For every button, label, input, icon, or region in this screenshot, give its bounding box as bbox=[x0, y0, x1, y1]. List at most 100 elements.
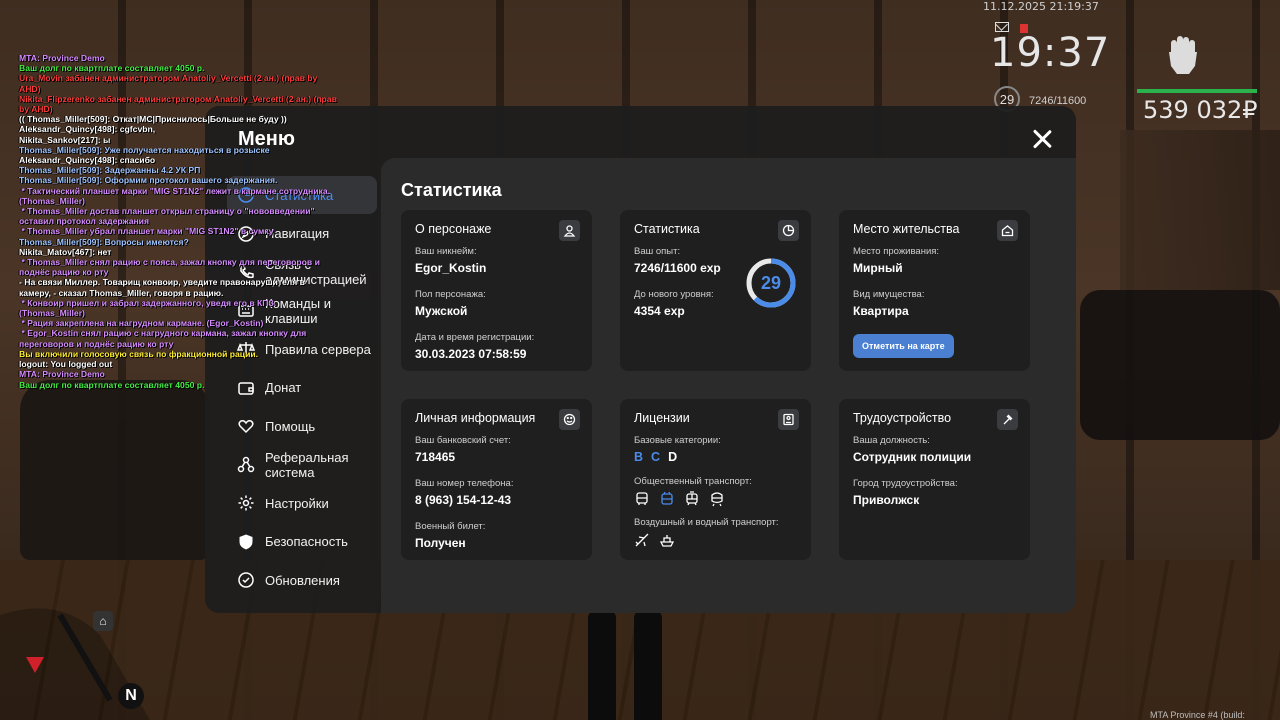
sidebar-item-settings[interactable]: Настройки bbox=[227, 484, 377, 522]
card-title: Личная информация bbox=[415, 411, 536, 425]
hud-datetime: 11.12.2025 21:19:37 bbox=[983, 0, 1099, 13]
license-category-d: D bbox=[668, 450, 678, 464]
chat-line: * Конвоир пришел и забрал задержанного, … bbox=[19, 297, 279, 319]
chat-line: - На связи Миллер. Товарищ конвоир, увед… bbox=[19, 277, 308, 298]
residence-value: Мирный bbox=[853, 261, 903, 275]
air-water-transport-icons bbox=[634, 532, 797, 548]
sidebar-item-label: Реферальная система bbox=[265, 449, 349, 480]
chat-line: * Egor_Kostin снял рацию с нагрудного ка… bbox=[19, 328, 309, 349]
trolleybus-icon bbox=[659, 491, 675, 507]
public-transport-icons bbox=[634, 491, 797, 507]
card-character: О персонаже Ваш никнейм: Egor_Kostin Пол… bbox=[401, 210, 592, 371]
id-card-icon bbox=[778, 409, 799, 430]
chat-line: Вы включили голосовую связь по фракционн… bbox=[19, 348, 259, 359]
card-personal-info: Личная информация Ваш банковский счет: 7… bbox=[401, 399, 592, 560]
close-icon[interactable] bbox=[1028, 126, 1056, 154]
chat-line: Aleksandr_Quincy[498]: спасибо bbox=[19, 155, 156, 166]
chat-line: * Рация закреплена на нагрудном кармане.… bbox=[19, 318, 264, 329]
nickname-label: Ваш никнейм: bbox=[415, 246, 477, 257]
sidebar-item-label: Настройки bbox=[265, 495, 329, 511]
chat-line: Aleksandr_Quincy[498]: cgfcvbn, bbox=[19, 124, 156, 135]
train-icon bbox=[709, 491, 725, 507]
bank-label: Ваш банковский счет: bbox=[415, 435, 511, 446]
minimap: ⌂ N bbox=[0, 595, 150, 720]
registration-label: Дата и время регистрации: bbox=[415, 332, 535, 343]
sidebar-item-label: Безопасность bbox=[265, 534, 348, 549]
chat-line: Thomas_Miller[509]: Вопросы имеются? bbox=[19, 236, 189, 247]
base-categories-label: Базовые категории: bbox=[634, 435, 721, 446]
phone-label: Ваш номер телефона: bbox=[415, 478, 514, 489]
chat-line: Nikita_Flipzerenko забанен администратор… bbox=[19, 93, 340, 115]
city-label: Город трудоустройства: bbox=[853, 478, 958, 489]
mark-on-map-button[interactable]: Отметить на карте bbox=[853, 334, 954, 358]
house-icon: ⌂ bbox=[93, 611, 113, 631]
card-title: Лицензии bbox=[634, 411, 690, 425]
property-value: Квартира bbox=[853, 304, 909, 318]
sidebar-item-label: Обновления bbox=[265, 572, 340, 588]
chat-line: * Тактический планшет марки "MIG ST1N2" … bbox=[19, 185, 333, 206]
sidebar-item-security[interactable]: Безопасность bbox=[227, 523, 377, 561]
fist-icon bbox=[1165, 34, 1201, 76]
chat-line: Thomas_Miller[509]: Уже получается наход… bbox=[19, 144, 270, 155]
plane-icon bbox=[634, 532, 650, 548]
nickname-value: Egor_Kostin bbox=[415, 261, 487, 275]
property-label: Вид имущества: bbox=[853, 289, 925, 300]
chat-line: Thomas_Miller[509]: Задержанны 4.2 УК РП bbox=[19, 165, 201, 176]
chat-line: * Thomas_Miller убрал планшет марки "MIG… bbox=[19, 226, 274, 237]
gender-value: Мужской bbox=[415, 304, 468, 318]
chat-line: * Thomas_Miller достав планшет открыл ст… bbox=[19, 206, 317, 227]
card-title: Место жительства bbox=[853, 222, 960, 236]
player-character bbox=[582, 610, 672, 720]
gear-icon bbox=[237, 494, 255, 512]
chat-line: Ваш долг по квартплате составляет 4050 р… bbox=[19, 379, 205, 390]
sidebar-item-label: Помощь bbox=[265, 418, 316, 434]
smile-icon bbox=[559, 409, 580, 430]
hud-money: 539 032₽ bbox=[1143, 96, 1258, 124]
health-bar bbox=[1137, 89, 1257, 93]
page-title: Статистика bbox=[401, 180, 502, 200]
bus-icon bbox=[634, 491, 650, 507]
clock-pie-icon bbox=[778, 220, 799, 241]
phone-value: 8 (963) 154-12-43 bbox=[415, 493, 512, 507]
chat-line: logout: You logged out bbox=[19, 359, 113, 370]
chat-log: MTA: Province Demo Ваш долг по квартплате… bbox=[19, 53, 339, 390]
game-sofa-left bbox=[20, 380, 210, 560]
license-category-c: C bbox=[651, 450, 661, 464]
public-transport-label: Общественный транспорт: bbox=[634, 476, 752, 487]
card-licenses: Лицензии Базовые категории: B C D Общест… bbox=[620, 399, 811, 560]
bank-value: 718465 bbox=[415, 450, 456, 464]
chat-line: MTA: Province Demo bbox=[19, 369, 105, 380]
hud-clock: 19:37 bbox=[990, 30, 1111, 76]
heart-hands-icon bbox=[237, 417, 255, 435]
user-icon bbox=[559, 220, 580, 241]
shield-icon bbox=[237, 533, 255, 551]
referral-icon bbox=[237, 456, 255, 474]
chat-line: Nikita_Sankov[217]: ы bbox=[19, 134, 111, 145]
license-category-b: B bbox=[634, 450, 644, 464]
registration-value: 30.03.2023 07:58:59 bbox=[415, 347, 527, 361]
card-employment: Трудоустройство Ваша должность: Сотрудни… bbox=[839, 399, 1030, 560]
chat-line: Nikita_Matov[467]: нет bbox=[19, 246, 112, 257]
build-info: MTA Province #4 (build: 6.12421.9 bbox=[1150, 710, 1245, 720]
card-title: О персонаже bbox=[415, 222, 492, 236]
card-title: Трудоустройство bbox=[853, 411, 952, 425]
refresh-icon bbox=[237, 571, 255, 589]
tram-icon bbox=[684, 491, 700, 507]
game-wall bbox=[1120, 130, 1280, 290]
gender-label: Пол персонажа: bbox=[415, 289, 486, 300]
license-categories: B C D bbox=[634, 450, 797, 464]
card-statistics: Статистика Ваш опыт: 7246/11600 exp До н… bbox=[620, 210, 811, 371]
sidebar-item-updates[interactable]: Обновления bbox=[227, 561, 377, 599]
north-icon: N bbox=[118, 683, 144, 709]
military-value: Получен bbox=[415, 536, 466, 550]
chat-line: * Thomas_Miller снял рацию с пояса, зажа… bbox=[19, 257, 323, 278]
chat-line: MTA: Province Demo bbox=[19, 53, 105, 63]
sidebar-item-help[interactable]: Помощь bbox=[227, 407, 377, 445]
card-title: Статистика bbox=[634, 222, 700, 236]
residence-label: Место проживания: bbox=[853, 246, 940, 257]
hammer-icon bbox=[997, 409, 1018, 430]
position-label: Ваша должность: bbox=[853, 435, 930, 446]
sidebar-item-referral[interactable]: Реферальная система bbox=[227, 446, 377, 484]
city-value: Приволжск bbox=[853, 493, 920, 507]
position-value: Сотрудник полиции bbox=[853, 450, 972, 464]
